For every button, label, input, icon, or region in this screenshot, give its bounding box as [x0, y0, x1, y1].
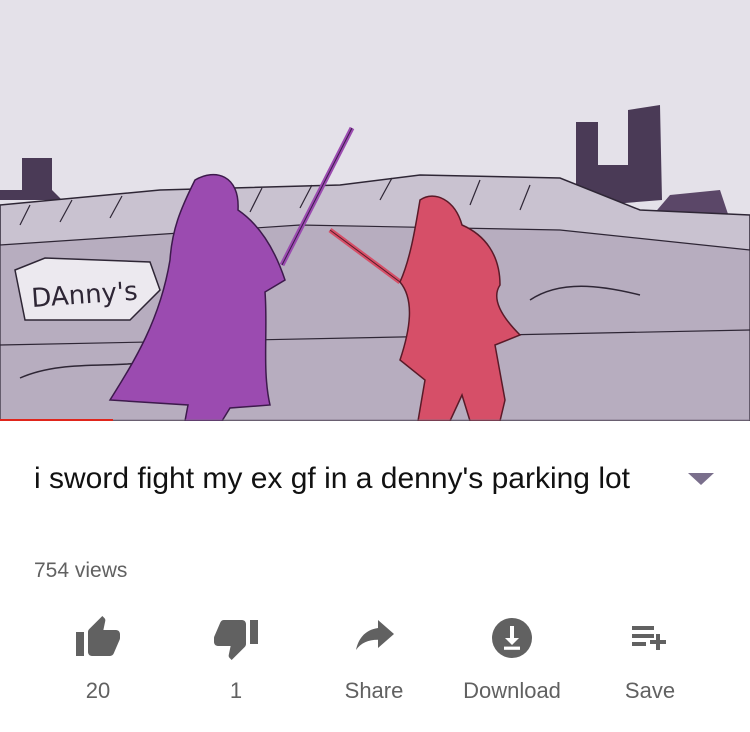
download-button[interactable]: Download	[447, 612, 577, 712]
chevron-down-icon[interactable]	[686, 470, 716, 488]
dislike-button[interactable]: 1	[171, 612, 301, 712]
save-button[interactable]: Save	[585, 612, 715, 712]
download-label: Download	[463, 678, 561, 703]
video-player[interactable]: DAnny's	[0, 0, 750, 421]
thumbs-up-icon	[72, 612, 124, 664]
save-playlist-icon	[624, 612, 676, 664]
view-count: 754 views	[34, 559, 128, 582]
video-title: i sword fight my ex gf in a denny's park…	[34, 462, 631, 495]
video-frame: DAnny's	[0, 0, 750, 421]
action-bar: 20 1 Share Download Save	[28, 612, 722, 712]
save-label: Save	[624, 678, 676, 703]
thumbs-down-icon	[210, 612, 262, 664]
dislike-count: 1	[229, 678, 243, 703]
progress-bar[interactable]	[0, 419, 750, 421]
download-icon	[486, 612, 538, 664]
like-button[interactable]: 20	[33, 612, 163, 712]
share-label: Share	[344, 678, 404, 703]
share-button[interactable]: Share	[309, 612, 439, 712]
like-count: 20	[85, 678, 111, 703]
progress-bar-fill	[0, 419, 113, 421]
share-icon	[348, 612, 400, 664]
